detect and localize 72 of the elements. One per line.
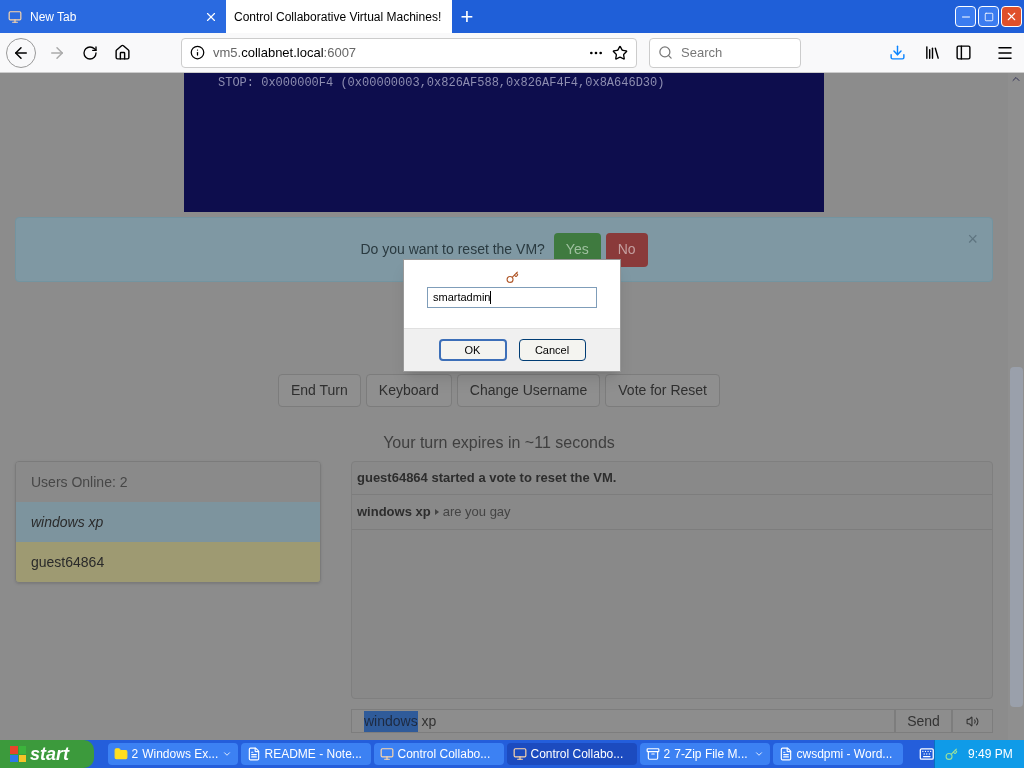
- vm-screen[interactable]: STOP: 0x000000F4 (0x00000003,0x826AF588,0x826AF4F4,0x8A646D30): [184, 73, 824, 212]
- taskbar-item[interactable]: README - Note...: [240, 743, 371, 765]
- ok-button[interactable]: OK: [438, 339, 507, 361]
- keyboard-icon[interactable]: [918, 746, 935, 762]
- password-field[interactable]: smartadmin: [427, 287, 597, 308]
- archive-icon: [645, 747, 660, 761]
- chat-message: are you gay: [442, 503, 511, 522]
- chat-input[interactable]: windows xp: [351, 709, 895, 733]
- sidebar-icon[interactable]: [955, 44, 972, 61]
- no-button[interactable]: No: [605, 232, 648, 267]
- folder-icon: [113, 747, 128, 761]
- action-button[interactable]: End Turn: [278, 374, 361, 407]
- taskbar-label: cwsdpmi - Word...: [796, 746, 894, 763]
- chat-username: windows xp: [357, 503, 431, 522]
- close-icon: [1005, 10, 1018, 23]
- system-message: guest64864 started a vote to reset the VM.: [352, 462, 992, 495]
- arrow-icon: [434, 509, 439, 515]
- app-icon: [8, 9, 22, 24]
- search-icon: [658, 45, 673, 60]
- action-button[interactable]: Keyboard: [365, 374, 452, 407]
- taskbar-label: 7-Zip File M...: [674, 746, 749, 763]
- document-icon: [778, 747, 793, 761]
- reload-icon[interactable]: [82, 44, 98, 61]
- turn-timer-text: Your turn expires in ~11 seconds: [382, 434, 616, 452]
- restore-icon: [983, 11, 994, 22]
- info-icon[interactable]: [190, 45, 205, 60]
- download-icon[interactable]: [889, 44, 906, 61]
- tab-title: New Tab: [30, 8, 78, 26]
- speaker-icon: [966, 714, 979, 728]
- action-button[interactable]: Vote for Reset: [605, 374, 720, 407]
- document-icon: [246, 747, 261, 761]
- minimize-button[interactable]: [955, 6, 976, 27]
- action-button[interactable]: Change Username: [456, 374, 601, 407]
- caret-icon: [753, 749, 764, 759]
- taskbar-label: Control Collabo...: [530, 746, 625, 763]
- taskbar-label: README - Note...: [264, 746, 363, 763]
- key-icon: [945, 747, 959, 761]
- taskbar-item[interactable]: Control Collabo...: [506, 743, 637, 765]
- user-list-item[interactable]: windows xp: [16, 502, 320, 542]
- taskbar-label: Control Collabo...: [397, 746, 492, 763]
- tab-title: Control Collaborative Virtual Machines!: [234, 8, 442, 26]
- close-button[interactable]: [1001, 6, 1022, 27]
- search-field[interactable]: Search: [649, 37, 801, 68]
- cancel-button[interactable]: Cancel: [518, 339, 586, 361]
- start-button[interactable]: start: [0, 740, 94, 768]
- send-button[interactable]: Send: [895, 709, 952, 733]
- bookmark-star-icon[interactable]: [612, 44, 628, 61]
- library-icon[interactable]: [924, 44, 941, 61]
- users-online-header: Users Online: 2: [16, 462, 320, 502]
- taskbar-item[interactable]: 2 Windows Ex...: [107, 743, 238, 765]
- user-list-item[interactable]: guest64864: [16, 542, 320, 582]
- key-icon: [505, 271, 519, 284]
- url-field[interactable]: vm5.collabnet.local:6007: [181, 37, 637, 68]
- browser-tab[interactable]: Control Collaborative Virtual Machines!: [226, 0, 452, 33]
- windows-logo-icon: [10, 746, 26, 762]
- app-icon: [512, 747, 527, 761]
- window-count: 2: [663, 746, 671, 763]
- taskbar-item[interactable]: Control Collabo...: [373, 743, 504, 765]
- home-icon[interactable]: [114, 44, 131, 61]
- new-tab-button[interactable]: +: [456, 0, 478, 33]
- app-icon: [379, 747, 394, 761]
- restore-button[interactable]: [978, 6, 999, 27]
- taskbar-label: Windows Ex...: [142, 746, 218, 763]
- stop-error-text: STOP: 0x000000F4 (0x00000003,0x826AF588,0x826AF4F4,0x8A646D30): [218, 75, 666, 92]
- browser-tab[interactable]: New Tab: [0, 0, 226, 33]
- window-count: 2: [131, 746, 139, 763]
- url-text: vm5.collabnet.local:6007: [213, 43, 358, 62]
- taskbar-item[interactable]: cwsdpmi - Word...: [772, 743, 903, 765]
- caret-icon: [221, 749, 232, 759]
- taskbar-item[interactable]: 2 7-Zip File M...: [639, 743, 770, 765]
- clock: 9:49 PM: [968, 746, 1013, 763]
- vote-question: Do you want to reset the VM?: [360, 240, 545, 259]
